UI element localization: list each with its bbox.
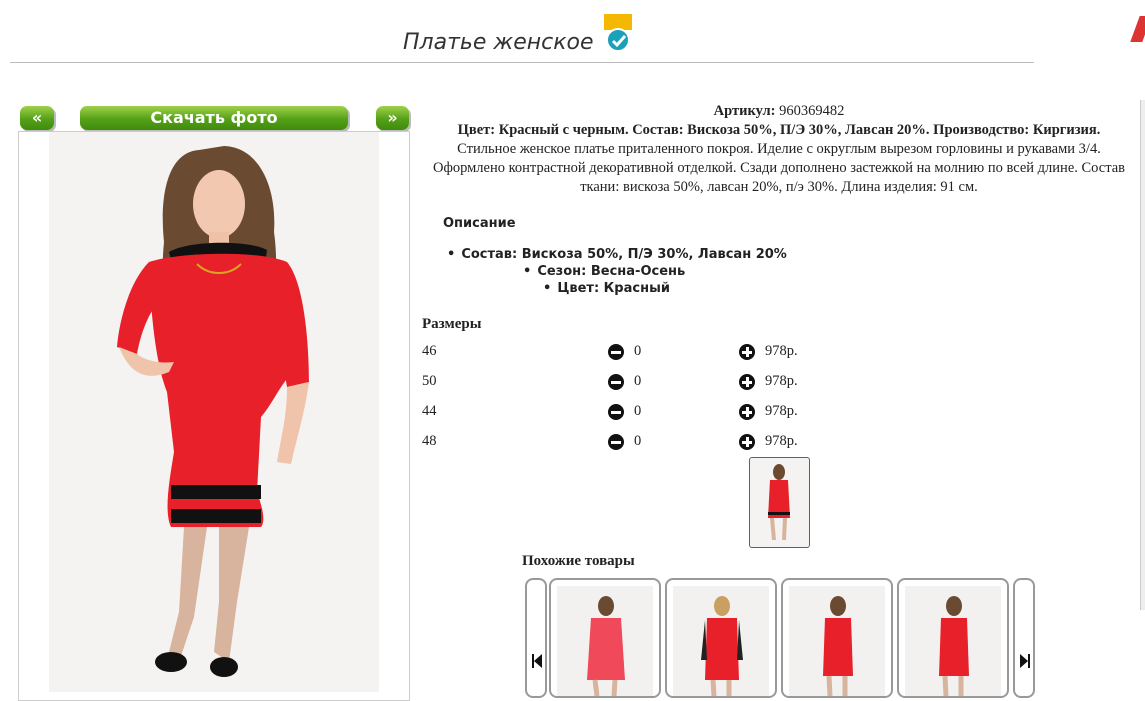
similar-product-item[interactable] [549,578,661,698]
article-line: Артикул: 960369482 [713,103,845,119]
size-label: 50 [422,373,437,389]
size-label: 46 [422,343,437,359]
similar-products-heading: Похожие товары [522,553,635,569]
details-heading: Описание [443,216,516,231]
similar-product-item[interactable] [665,578,777,698]
quantity-value: 0 [634,343,642,359]
next-photo-button[interactable]: » [376,106,409,130]
model-in-dress-image [117,146,309,677]
product-description: Стильное женское платье приталенного пок… [432,141,1126,195]
plus-icon[interactable] [739,404,755,420]
detail-composition: Состав: Вискоза 50%, П/Э 30%, Лавсан 20% [447,247,787,262]
title-divider [10,62,1034,63]
minus-icon[interactable] [608,344,624,360]
plus-icon[interactable] [739,374,755,390]
carousel-prev-button[interactable] [525,578,547,698]
photo-thumbnail[interactable] [749,457,810,548]
skip-back-icon [532,654,542,668]
size-row: 44 0 978р. [422,403,842,425]
size-label: 44 [422,403,437,419]
plus-icon[interactable] [739,434,755,450]
detail-season: Сезон: Весна-Осень [523,264,685,279]
page-title: Платье женское [403,30,594,55]
quantity-value: 0 [634,373,642,389]
quantity-value: 0 [634,433,642,449]
size-row: 50 0 978р. [422,373,842,395]
verified-badge-icon [604,14,632,54]
size-label: 48 [422,433,437,449]
quantity-value: 0 [634,403,642,419]
product-info: Артикул: 960369482 Цвет: Красный с черны… [422,102,1136,197]
plus-icon[interactable] [739,344,755,360]
scrollbar[interactable] [1140,100,1145,610]
size-price: 978р. [765,403,798,419]
carousel-next-button[interactable] [1013,578,1035,698]
size-price: 978р. [765,373,798,389]
similar-product-item[interactable] [897,578,1009,698]
minus-icon[interactable] [608,434,624,450]
similar-product-item[interactable] [781,578,893,698]
minus-icon[interactable] [608,404,624,420]
detail-color: Цвет: Красный [543,281,670,296]
download-photo-button[interactable]: Скачать фото [80,106,348,130]
prev-photo-button[interactable]: « [20,106,54,130]
skip-forward-icon [1020,654,1030,668]
size-row: 46 0 978р. [422,343,842,365]
main-product-photo[interactable] [18,131,410,701]
size-price: 978р. [765,433,798,449]
size-price: 978р. [765,343,798,359]
size-row: 48 0 978р. [422,433,842,455]
sizes-heading: Размеры [422,316,482,332]
close-icon[interactable] [1130,16,1145,42]
product-summary: Цвет: Красный с черным. Состав: Вискоза … [457,122,1101,138]
minus-icon[interactable] [608,374,624,390]
